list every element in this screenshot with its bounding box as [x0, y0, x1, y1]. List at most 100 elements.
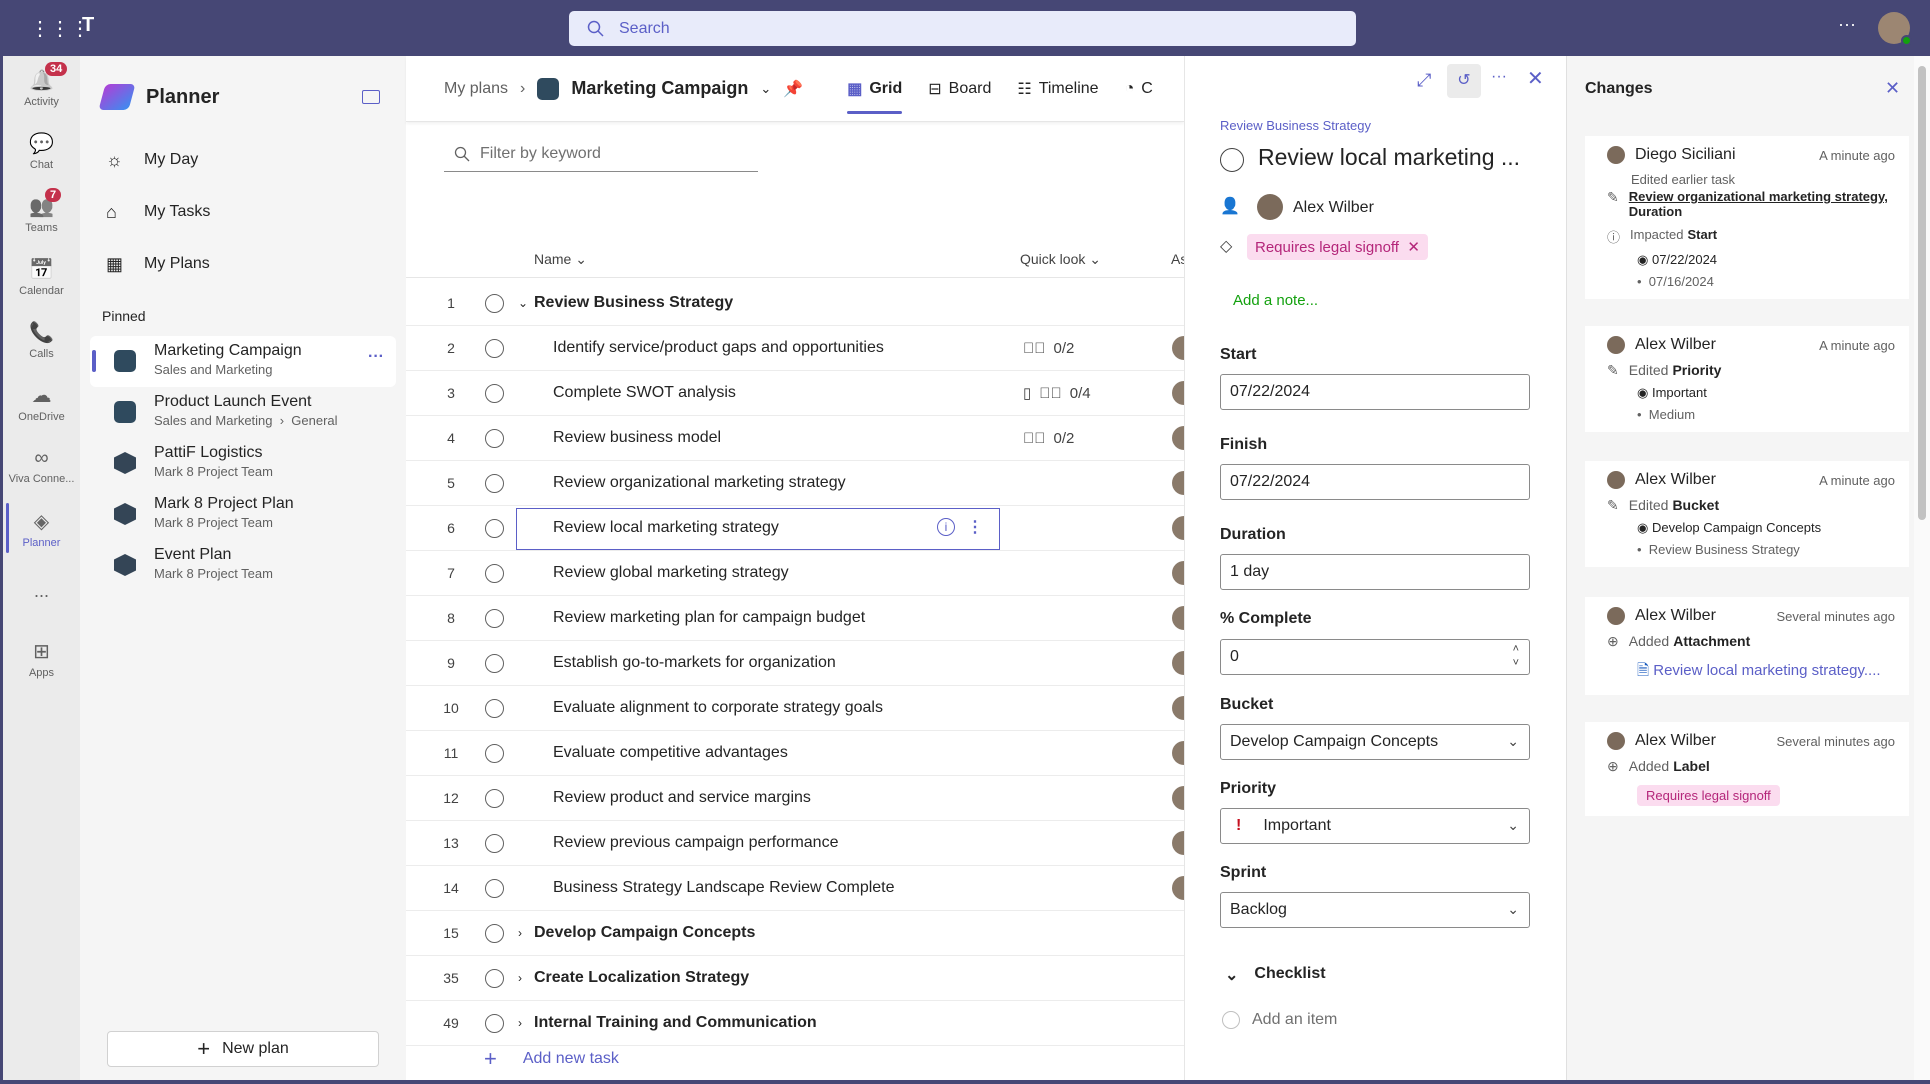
breadcrumb-my-plans[interactable]: My plans [444, 80, 508, 98]
sprint-select[interactable]: Backlog ⌄ [1220, 892, 1530, 928]
chevron-right-icon[interactable]: › [518, 1016, 522, 1030]
column-name[interactable]: Name ⌄ [534, 251, 587, 268]
rail-item-planner[interactable]: ◈ Planner [3, 497, 80, 560]
task-row[interactable]: 13 Review previous campaign performance [406, 821, 1196, 866]
task-row[interactable]: 9 Establish go-to-markets for organizatio… [406, 641, 1196, 686]
duration-input[interactable]: 1 day [1220, 554, 1530, 590]
more-options-icon[interactable]: ··· [1491, 68, 1507, 86]
tab-timeline[interactable]: ☷ Timeline [1009, 56, 1106, 122]
new-plan-button[interactable]: + New plan [107, 1031, 379, 1067]
add-note-link[interactable]: Add a note... [1233, 292, 1318, 309]
task-title[interactable]: Identify service/product gaps and opport… [553, 339, 884, 357]
task-title[interactable]: Review marketing plan for campaign budge… [553, 609, 865, 627]
complete-checkbox[interactable] [485, 743, 504, 763]
pinned-plan[interactable]: Product Launch Event Sales and Marketing … [90, 387, 396, 438]
bucket-row[interactable]: 49 › Internal Training and Communication [406, 1001, 1184, 1046]
complete-checkbox[interactable] [485, 428, 504, 448]
task-title[interactable]: Create Localization Strategy [534, 969, 749, 987]
add-checklist-item[interactable]: Add an item [1222, 1011, 1337, 1029]
close-icon[interactable]: ✕ [1885, 78, 1900, 99]
task-title[interactable]: Complete SWOT analysis [553, 384, 736, 402]
complete-checkbox[interactable] [485, 923, 504, 943]
rail-item-more[interactable]: ... [3, 560, 80, 623]
complete-checkbox[interactable] [485, 293, 504, 313]
complete-checkbox[interactable] [485, 383, 504, 403]
pin-icon[interactable]: 📌 [783, 79, 803, 99]
column-quick-look[interactable]: Quick look ⌄ [1020, 251, 1101, 268]
bucket-link[interactable]: Review Business Strategy [1220, 118, 1371, 133]
rail-item-phone[interactable]: 📞 Calls [3, 308, 80, 371]
task-row[interactable]: 7 Review global marketing strategy [406, 551, 1196, 596]
stepper-arrows-icon[interactable]: ˄ ˅ [1513, 642, 1519, 670]
task-title[interactable]: Business Strategy Landscape Review Compl… [553, 879, 895, 897]
task-title[interactable]: Review global marketing strategy [553, 564, 789, 582]
task-row[interactable]: 3 Complete SWOT analysis ▯ ✓⃝ 0/4 [406, 371, 1196, 416]
scrollbar-thumb[interactable] [1918, 66, 1926, 520]
tab-c[interactable]: ◔ C [1117, 56, 1161, 122]
rail-item-apps[interactable]: ⊞ Apps [3, 627, 80, 690]
chevron-down-icon[interactable]: ⌄ [760, 81, 771, 97]
pinned-plan[interactable]: PattiF Logistics Mark 8 Project Team [90, 438, 396, 489]
complete-checkbox[interactable] [485, 878, 504, 898]
chevron-right-icon[interactable]: › [518, 971, 522, 985]
bucket-row[interactable]: 35 › Create Localization Strategy [406, 956, 1184, 1001]
complete-checkbox[interactable] [485, 698, 504, 718]
task-title[interactable]: Evaluate competitive advantages [553, 744, 788, 762]
task-title[interactable]: Internal Training and Communication [534, 1014, 817, 1032]
task-title[interactable]: Review previous campaign performance [553, 834, 838, 852]
label-tag[interactable]: Requires legal signoff ✕ [1247, 234, 1428, 260]
filter-input[interactable]: Filter by keyword [444, 136, 758, 172]
task-row[interactable]: 10 Evaluate alignment to corporate strate… [406, 686, 1196, 731]
tab-grid[interactable]: ▦ Grid [839, 56, 910, 122]
complete-checkbox[interactable] [485, 968, 504, 988]
priority-select[interactable]: ! Important ⌄ [1220, 808, 1530, 844]
task-row[interactable]: 4 Review business model ✓⃝ 0/2 [406, 416, 1196, 461]
task-title[interactable]: Review product and service margins [553, 789, 811, 807]
app-launcher-icon[interactable]: ⋮⋮⋮ [30, 16, 90, 41]
task-row[interactable]: 14 Business Strategy Landscape Review Com… [406, 866, 1196, 911]
nav-my-day[interactable]: ☼ My Day [80, 134, 406, 186]
task-title[interactable]: Evaluate alignment to corporate strategy… [553, 699, 883, 717]
bucket-row[interactable]: 15 › Develop Campaign Concepts [406, 911, 1184, 956]
task-title[interactable]: Review Business Strategy [534, 294, 733, 312]
task-link[interactable]: Review organizational marketing strategy… [1629, 189, 1888, 204]
task-title[interactable]: Review business model [553, 429, 721, 447]
nav-my-tasks[interactable]: ⌂ My Tasks [80, 186, 406, 238]
pinned-plan[interactable]: Mark 8 Project Plan Mark 8 Project Team [90, 489, 396, 540]
checklist-toggle[interactable]: ⌄ Checklist [1225, 965, 1326, 985]
task-title[interactable]: Develop Campaign Concepts [534, 924, 755, 942]
nav-my-plans[interactable]: ▦ My Plans [80, 238, 406, 290]
close-icon[interactable]: ✕ [1527, 66, 1544, 91]
pinned-plan[interactable]: Event Plan Mark 8 Project Team [90, 540, 396, 591]
pinned-plan[interactable]: Marketing Campaign Sales and Marketing ··· [90, 336, 396, 387]
more-vertical-icon[interactable]: ⋮ [967, 517, 983, 537]
assignee-name[interactable]: Alex Wilber [1293, 199, 1374, 217]
task-row[interactable]: 2 Identify service/product gaps and oppor… [406, 326, 1196, 371]
finish-date-input[interactable]: 07/22/2024 [1220, 464, 1530, 500]
expand-icon[interactable]: ⤢ [1417, 70, 1431, 91]
rail-item-teams[interactable]: 👥 Teams 7 [3, 182, 80, 245]
complete-checkbox[interactable] [485, 653, 504, 673]
task-title[interactable]: Review local marketing ... [1258, 144, 1520, 171]
bucket-select[interactable]: Develop Campaign Concepts ⌄ [1220, 724, 1530, 760]
complete-checkbox[interactable] [485, 338, 504, 358]
rail-item-chat[interactable]: 💬 Chat [3, 119, 80, 182]
rail-item-viva[interactable]: ∞ Viva Conne... [3, 434, 80, 497]
ellipsis-icon[interactable]: ··· [1838, 14, 1856, 35]
complete-task-checkbox[interactable] [1220, 148, 1244, 172]
complete-checkbox[interactable] [485, 1013, 504, 1033]
chevron-right-icon[interactable]: › [518, 926, 522, 940]
complete-checkbox[interactable] [485, 473, 504, 493]
chevron-down-icon[interactable]: ⌄ [518, 296, 528, 310]
complete-checkbox[interactable] [485, 563, 504, 583]
history-icon[interactable]: ↺ [1447, 64, 1481, 98]
bucket-row[interactable]: 1 ⌄ Review Business Strategy [406, 281, 1184, 326]
percent-complete-stepper[interactable]: 0 ˄ ˅ [1220, 639, 1530, 675]
start-date-input[interactable]: 07/22/2024 [1220, 374, 1530, 410]
rail-item-bell[interactable]: 🔔 Activity 34 [3, 56, 80, 119]
assign-icon[interactable]: 👤 [1220, 196, 1240, 216]
task-row[interactable]: 6 Review local marketing strategy i ⋮ [406, 506, 1196, 551]
collapse-sidebar-icon[interactable] [362, 90, 380, 104]
complete-checkbox[interactable] [485, 518, 504, 538]
rail-item-cloud[interactable]: ☁ OneDrive [3, 371, 80, 434]
